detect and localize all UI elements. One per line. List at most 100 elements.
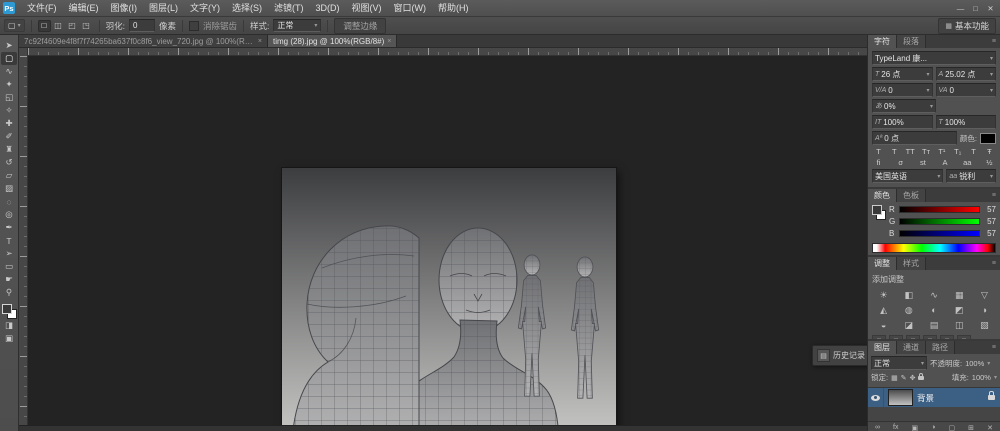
document-tab[interactable]: timg (28).jpg @ 100%(RGB/8#) × (268, 35, 397, 47)
foreground-color-swatch[interactable] (2, 304, 12, 314)
threshold-icon[interactable]: ◫ (948, 318, 971, 332)
menubar-item[interactable]: 3D(D) (310, 1, 346, 16)
language-select[interactable]: 美国英语 ▾ (872, 169, 943, 183)
history-brush-tool[interactable]: ↺ (1, 156, 17, 169)
pen-tool[interactable]: ✒ (1, 221, 17, 234)
black-white-icon[interactable]: ◐ (922, 303, 945, 317)
curves-icon[interactable]: ∿ (922, 288, 945, 302)
channel-slider[interactable] (899, 230, 980, 237)
workspace-switcher[interactable]: ▦ 基本功能 (938, 18, 996, 34)
zoom-tool[interactable]: ⚲ (1, 286, 17, 299)
subtract-from-selection[interactable]: ◰ (66, 20, 79, 32)
vertical-ruler[interactable] (19, 56, 28, 425)
color-swatches[interactable] (2, 304, 17, 319)
new-adjustment-layer-icon[interactable]: ◑ (931, 424, 935, 431)
fractions-button[interactable]: ½ (984, 158, 995, 167)
new-layer-icon[interactable]: ⊞ (968, 424, 974, 431)
underline-button[interactable]: T (968, 147, 979, 156)
panel-menu-icon[interactable]: ≡ (988, 341, 1000, 354)
photo-filter-icon[interactable]: ◩ (948, 303, 971, 317)
tracking-field[interactable]: VA 0 ▾ (936, 83, 997, 97)
faux-italic-button[interactable]: T (889, 147, 900, 156)
small-caps-button[interactable]: Tт (921, 147, 932, 156)
document-tab[interactable]: 7c92f4609e4f8f7f74265ba637f0c8f6_view_72… (19, 35, 268, 47)
fill-value[interactable]: 100% (972, 373, 991, 382)
adjustment-preset-icon[interactable]: ◻ (906, 335, 920, 339)
dodge-tool[interactable]: ◎ (1, 208, 17, 221)
blend-mode-select[interactable]: 正常 ▾ (871, 356, 927, 370)
menubar-item[interactable]: 选择(S) (226, 1, 268, 16)
add-to-selection[interactable]: ◫ (52, 20, 65, 32)
leading-field[interactable]: A 25.02 点 ▾ (936, 67, 997, 81)
panel-menu-icon[interactable]: ≡ (988, 35, 1000, 48)
panel-menu-icon[interactable]: ≡ (988, 189, 1000, 202)
kerning-field[interactable]: V/A 0 ▾ (872, 83, 933, 97)
panel-tab[interactable]: 段落 (897, 35, 926, 48)
gradient-tool[interactable]: ▨ (1, 182, 17, 195)
color-lookup-icon[interactable]: ◒ (872, 318, 895, 332)
lasso-tool[interactable]: ∿ (1, 65, 17, 78)
menubar-item[interactable]: 文件(F) (21, 1, 63, 16)
close-tab-icon[interactable]: × (258, 38, 262, 45)
menubar-item[interactable]: 视图(V) (346, 1, 388, 16)
path-selection-tool[interactable]: ➢ (1, 247, 17, 260)
levels-icon[interactable]: ◧ (897, 288, 920, 302)
link-layers-icon[interactable]: ∞ (875, 424, 880, 431)
exposure-icon[interactable]: ▦ (948, 288, 971, 302)
horizontal-type-tool[interactable]: T (1, 234, 17, 247)
antialias-checkbox[interactable] (189, 21, 199, 31)
brush-tool[interactable]: ✐ (1, 130, 17, 143)
crop-tool[interactable]: ◱ (1, 91, 17, 104)
menubar-item[interactable]: 编辑(E) (63, 1, 105, 16)
superscript-button[interactable]: T¹ (936, 147, 947, 156)
panel-color-swatches[interactable] (872, 205, 885, 221)
font-size-field[interactable]: T 26 点 ▾ (872, 67, 933, 81)
gradient-map-icon[interactable]: ▧ (973, 318, 996, 332)
new-selection[interactable]: □ (38, 20, 51, 32)
panel-tab[interactable]: 颜色 (868, 189, 897, 202)
tool-preset-picker[interactable]: ▢ ▾ (4, 19, 25, 32)
adjustment-preset-icon[interactable]: ◻ (872, 335, 886, 339)
menubar-item[interactable]: 图像(I) (105, 1, 144, 16)
document-image[interactable] (282, 168, 616, 425)
hue-saturation-icon[interactable]: ◭ (872, 303, 895, 317)
blur-tool[interactable]: ◌ (1, 195, 17, 208)
menubar-item[interactable]: 窗口(W) (388, 1, 433, 16)
panel-menu-icon[interactable]: ≡ (988, 257, 1000, 270)
rectangle-tool[interactable]: ▭ (1, 260, 17, 273)
titling-alt-button[interactable]: A (940, 158, 951, 167)
swash-button[interactable]: σ (895, 158, 906, 167)
channel-slider[interactable] (899, 206, 980, 213)
lock-all-icon[interactable] (918, 376, 924, 380)
clone-stamp-tool[interactable]: ♜ (1, 143, 17, 156)
adjustment-preset-icon[interactable]: ◻ (957, 335, 971, 339)
menubar-item[interactable]: 帮助(H) (432, 1, 475, 16)
lock-pixels-icon[interactable]: ✎ (901, 374, 907, 382)
feather-input[interactable]: 0 (129, 19, 155, 32)
canvas[interactable]: ▤ 历史记录 (28, 56, 867, 425)
spot-healing-brush-tool[interactable]: ✚ (1, 117, 17, 130)
hand-tool[interactable]: ☛ (1, 273, 17, 286)
close-button[interactable]: ✕ (983, 1, 998, 16)
invert-icon[interactable]: ◪ (897, 318, 920, 332)
panel-tab[interactable]: 字符 (868, 35, 897, 48)
ordinals-button[interactable]: aa (962, 158, 973, 167)
horizontal-ruler[interactable] (28, 48, 867, 56)
adjustment-preset-icon[interactable]: ◻ (940, 335, 954, 339)
layer-effects-icon[interactable]: fx (893, 424, 898, 431)
subscript-button[interactable]: T₁ (952, 147, 963, 156)
ligatures-button[interactable]: fi (873, 158, 884, 167)
text-color-swatch[interactable] (980, 133, 996, 144)
foreground-color-swatch[interactable] (872, 205, 882, 215)
minimize-button[interactable]: — (953, 1, 968, 16)
layer-row-background[interactable]: 背景 (868, 388, 1000, 407)
faux-bold-button[interactable]: T (873, 147, 884, 156)
close-tab-icon[interactable]: × (387, 38, 391, 45)
refine-edge-button[interactable]: 调整边缘 (334, 18, 386, 34)
brightness-contrast-icon[interactable]: ☀ (872, 288, 895, 302)
eyedropper-tool[interactable]: ✧ (1, 104, 17, 117)
horizontal-scale-field[interactable]: T 100% (936, 115, 997, 129)
new-group-icon[interactable]: ▢ (949, 424, 956, 431)
panel-tab[interactable]: 通道 (897, 341, 926, 354)
antialias-select[interactable]: aa 锐利 ▾ (946, 169, 996, 183)
